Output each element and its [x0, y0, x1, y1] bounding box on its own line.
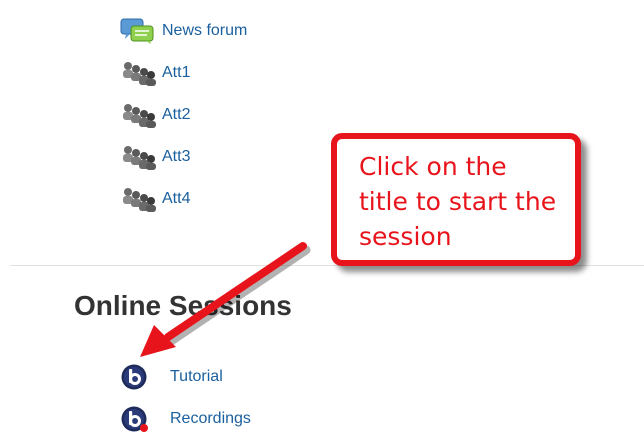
- activity-link[interactable]: Att3: [162, 148, 190, 166]
- activity-att3[interactable]: Att3: [120, 142, 190, 172]
- session-tutorial[interactable]: Tutorial: [120, 362, 223, 392]
- session-recordings[interactable]: Recordings: [120, 404, 251, 434]
- activity-link[interactable]: News forum: [162, 22, 247, 40]
- activity-link[interactable]: Att2: [162, 106, 190, 124]
- callout-text: Click on the title to start the session: [359, 152, 557, 251]
- bigbluebutton-icon: [120, 364, 160, 390]
- activity-news-forum[interactable]: News forum: [120, 16, 247, 46]
- session-link[interactable]: Tutorial: [170, 368, 223, 386]
- section-title: Online Sessions: [74, 290, 292, 321]
- forum-icon: [120, 18, 160, 44]
- attendance-icon: [120, 186, 160, 212]
- bigbluebutton-recordings-icon: [120, 406, 160, 432]
- callout-box: Click on the title to start the session: [331, 133, 581, 266]
- activity-att1[interactable]: Att1: [120, 58, 190, 88]
- attendance-icon: [120, 60, 160, 86]
- activity-link[interactable]: Att1: [162, 64, 190, 82]
- attendance-icon: [120, 102, 160, 128]
- activity-att2[interactable]: Att2: [120, 100, 190, 130]
- attendance-icon: [120, 144, 160, 170]
- session-link[interactable]: Recordings: [170, 410, 251, 428]
- activity-link[interactable]: Att4: [162, 190, 190, 208]
- activity-att4[interactable]: Att4: [120, 184, 190, 214]
